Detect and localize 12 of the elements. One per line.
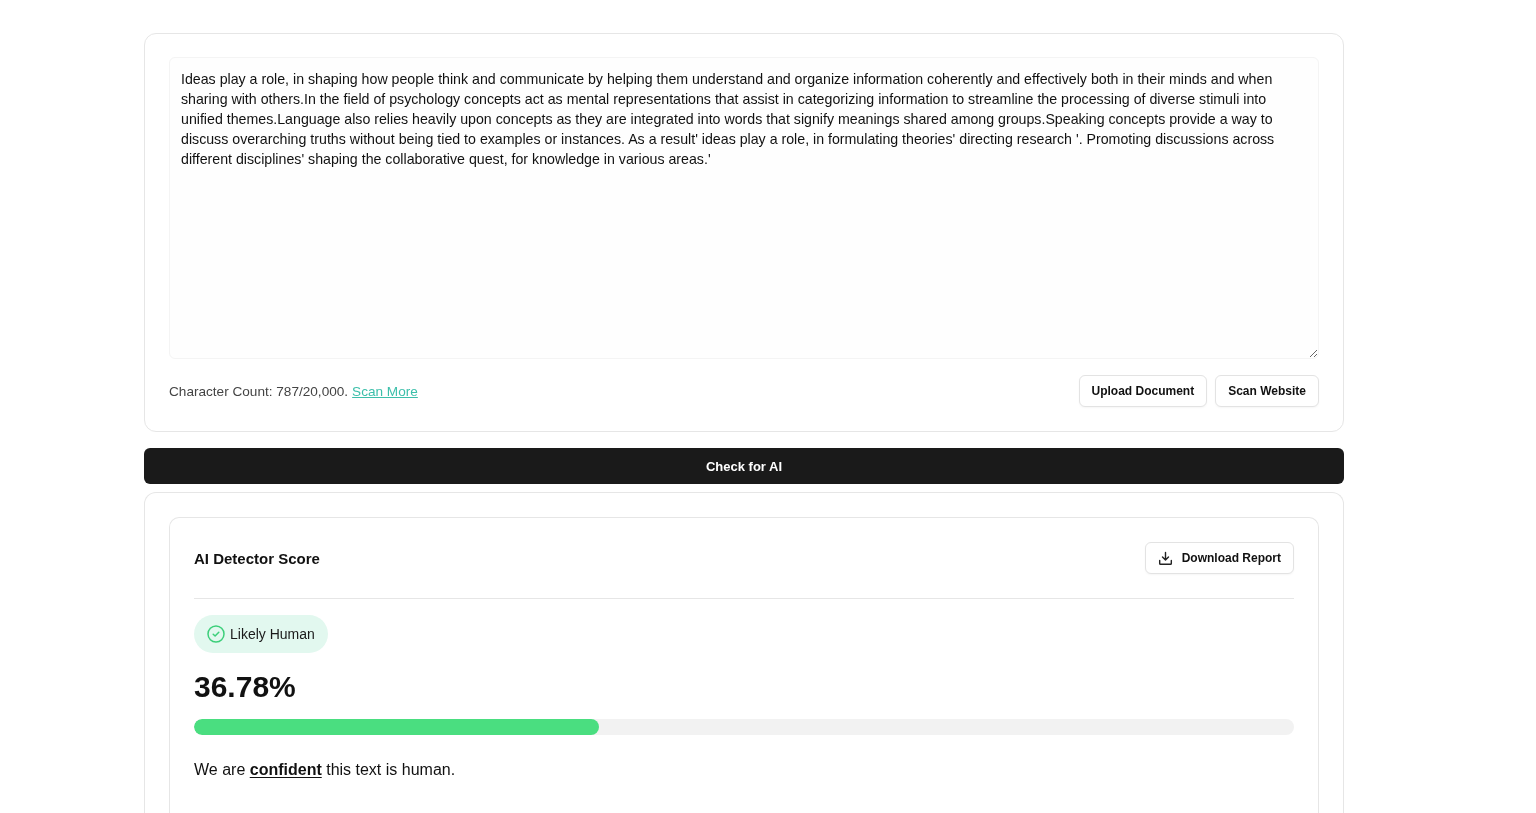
result-summary: We are confident this text is human. — [194, 761, 457, 779]
upload-document-button[interactable]: Upload Document — [1078, 375, 1208, 407]
verdict-badge: Likely Human — [194, 615, 328, 653]
scan-website-button[interactable]: Scan Website — [1215, 375, 1319, 407]
check-for-ai-button[interactable]: Check for AI — [144, 448, 1344, 484]
character-count: Character Count: 787/20,000. — [169, 383, 349, 399]
score-value: 36.78% — [194, 669, 297, 705]
download-icon — [1157, 550, 1173, 566]
download-report-button[interactable]: Download Report — [1144, 542, 1294, 574]
text-input-field[interactable]: Ideas play a role, in shaping how people think and communicate by helping them understand and organize information coherently and effectively both in their minds and when sharing with others.In the field of psychology concepts act as mental representations that assist in categorizing information to streamline the processing of diverse stimuli into unified themes.Language also relies heavily upon concepts as they are integrated into words that signify meanings shared among groups.Speaking concepts provide a way to discuss overarching truths without being tied to examples or instances. As a result' ideas play a role, in formulating theories' directing research '. Promoting discussions across different disciplines' shaping the collaborative quest, for knowledge in various areas.' — [169, 57, 1319, 359]
score-title: AI Detector Score — [194, 549, 320, 567]
check-circle-icon — [207, 625, 225, 643]
